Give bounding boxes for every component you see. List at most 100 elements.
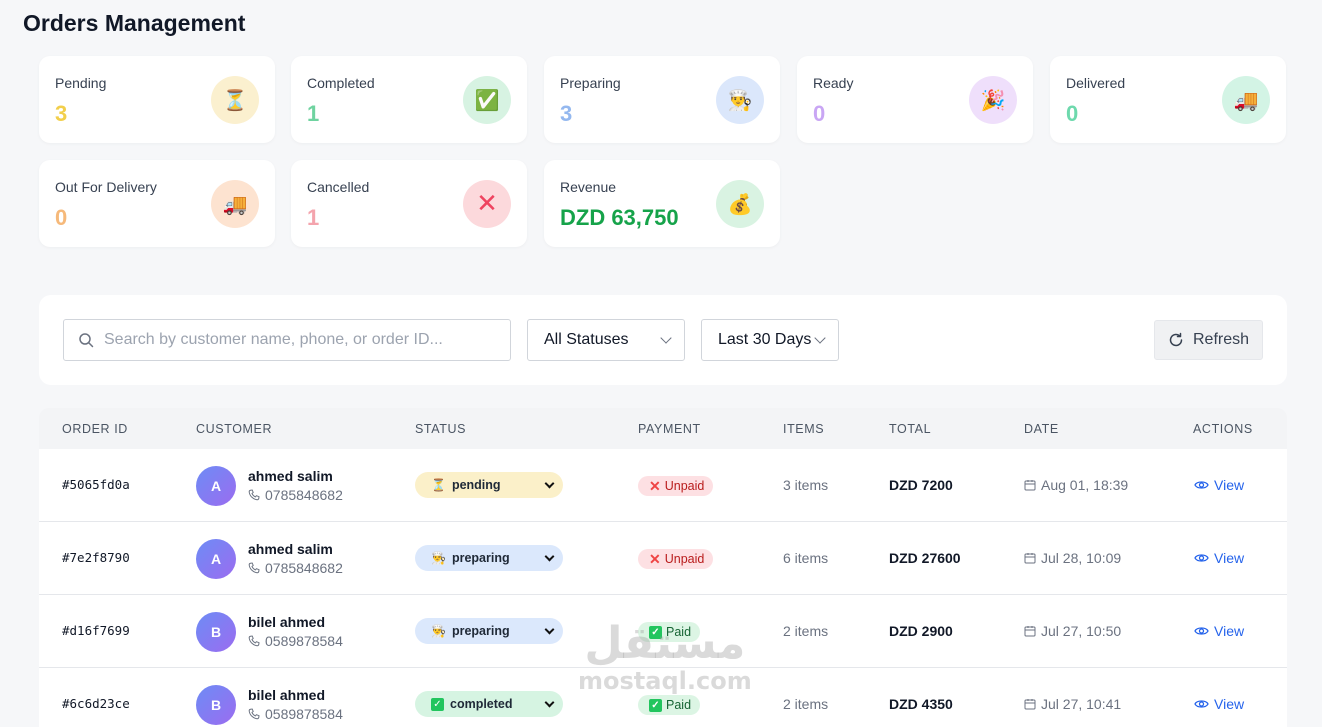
stat-value: DZD 63,750 — [560, 205, 679, 230]
order-total: DZD 7200 — [889, 477, 953, 493]
payment-badge: ✓ Paid — [638, 695, 701, 715]
stat-value: 1 — [307, 101, 320, 126]
stat-label: Completed — [307, 75, 375, 91]
stat-label: Preparing — [560, 75, 621, 91]
customer-name: bilel ahmed — [248, 687, 326, 703]
search-icon — [79, 333, 94, 348]
chevron-down-icon — [544, 551, 555, 561]
date-value: Jul 27, 10:41 — [1041, 696, 1122, 712]
search-input[interactable] — [104, 331, 484, 349]
eye-icon — [1194, 554, 1209, 562]
order-id: #6c6d23ce — [62, 696, 130, 711]
date-range-select[interactable]: Last 30 Days — [701, 319, 839, 361]
stat-value: 0 — [1066, 101, 1079, 126]
orders-table: ORDER ID CUSTOMER STATUS PAYMENT ITEMS T… — [39, 408, 1287, 727]
check-icon: ✓ — [649, 625, 662, 639]
payment-badge: ✕ Unpaid — [638, 476, 714, 496]
refresh-icon — [1169, 332, 1183, 347]
order-total: DZD 27600 — [889, 550, 961, 566]
view-order-link[interactable]: View — [1194, 550, 1244, 566]
cross-icon: ✕ — [649, 477, 661, 494]
phone-number: 0785848682 — [265, 487, 343, 503]
view-label: View — [1214, 623, 1245, 639]
stat-label: Pending — [55, 75, 107, 91]
payment-status: Unpaid — [664, 479, 705, 493]
payment-badge: ✓ Paid — [638, 622, 701, 642]
chevron-down-icon — [814, 332, 826, 344]
chevron-down-icon — [544, 697, 555, 707]
order-id: #7e2f8790 — [62, 550, 130, 565]
eye-icon — [1194, 627, 1209, 635]
customer-phone: 0785848682 — [248, 560, 343, 576]
check-icon: ✓ — [649, 698, 662, 712]
eye-icon — [1194, 700, 1209, 708]
calendar-icon — [1024, 626, 1036, 637]
status-dropdown[interactable]: 👨‍🍳 preparing — [415, 545, 563, 571]
stat-label: Revenue — [560, 179, 617, 195]
stat-value: 1 — [307, 205, 320, 230]
cross-mark-icon: ✕ — [463, 180, 511, 228]
chevron-down-icon — [544, 624, 555, 634]
phone-number: 0785848682 — [265, 560, 343, 576]
items-count: 2 items — [783, 696, 829, 712]
status-value: pending — [451, 478, 501, 492]
date-value: Jul 28, 10:09 — [1041, 550, 1122, 566]
status-icon: 👨‍🍳 — [431, 624, 446, 638]
status-value: preparing — [451, 551, 510, 565]
status-dropdown[interactable]: ⏳ pending — [415, 472, 563, 498]
view-order-link[interactable]: View — [1194, 623, 1244, 639]
stat-card-out-for-delivery: Out For Delivery 0 🚚 — [39, 160, 275, 247]
stat-value: 0 — [813, 101, 826, 126]
view-order-link[interactable]: View — [1194, 477, 1244, 493]
table-row: #5065fd0a Aahmed salim 0785848682 ⏳ pending ✕… — [39, 449, 1287, 522]
header-customer: CUSTOMER — [196, 422, 273, 436]
stat-value: 3 — [55, 101, 68, 126]
order-id: #d16f7699 — [62, 623, 130, 638]
order-date: Jul 27, 10:41 — [1024, 696, 1121, 712]
calendar-icon — [1024, 553, 1036, 564]
search-box[interactable] — [63, 319, 511, 361]
hourglass-icon: ⏳ — [211, 76, 259, 124]
party-popper-icon: 🎉 — [969, 76, 1017, 124]
header-payment: PAYMENT — [638, 422, 701, 436]
stat-label: Ready — [813, 75, 854, 91]
stat-value: 0 — [55, 205, 68, 230]
date-value: Jul 27, 10:50 — [1041, 623, 1122, 639]
payment-status: Unpaid — [664, 552, 705, 566]
status-filter-value: All Statuses — [544, 331, 629, 348]
calendar-icon — [1024, 699, 1036, 710]
payment-status: Paid — [666, 698, 692, 712]
items-count: 6 items — [783, 550, 829, 566]
stat-value: 3 — [560, 101, 573, 126]
phone-icon — [248, 708, 260, 720]
header-total: TOTAL — [889, 422, 932, 436]
payment-badge: ✕ Unpaid — [638, 549, 714, 569]
table-row: #d16f7699 Bbilel ahmed 0589878584 👨‍🍳 prepar… — [39, 595, 1287, 668]
stat-card-ready: Ready 0 🎉 — [797, 56, 1033, 143]
stat-card-completed: Completed 1 ✅ — [291, 56, 527, 143]
customer-name: ahmed salim — [248, 468, 333, 484]
stat-card-cancelled: Cancelled 1 ✕ — [291, 160, 527, 247]
header-order-id: ORDER ID — [62, 422, 128, 436]
avatar: A — [196, 466, 236, 506]
phone-icon — [248, 562, 260, 574]
phone-icon — [248, 489, 260, 501]
header-status: STATUS — [415, 422, 467, 436]
items-count: 3 items — [783, 477, 829, 493]
view-label: View — [1214, 696, 1245, 712]
table-row: #6c6d23ce Bbilel ahmed 0589878584 ✓ complete… — [39, 668, 1287, 727]
refresh-button[interactable]: Refresh — [1154, 320, 1263, 360]
money-bag-icon: 💰 — [716, 180, 764, 228]
avatar: B — [196, 612, 236, 652]
status-filter-select[interactable]: All Statuses — [527, 319, 685, 361]
refresh-label: Refresh — [1192, 331, 1250, 348]
chevron-down-icon — [660, 332, 672, 344]
status-value: completed — [450, 697, 513, 711]
stat-card-pending: Pending 3 ⏳ — [39, 56, 275, 143]
table-row: #7e2f8790 Aahmed salim 0785848682 👨‍🍳 prepar… — [39, 522, 1287, 595]
view-order-link[interactable]: View — [1194, 696, 1244, 712]
delivery-truck-icon: 🚚 — [1222, 76, 1270, 124]
status-dropdown[interactable]: 👨‍🍳 preparing — [415, 618, 563, 644]
status-dropdown[interactable]: ✓ completed — [415, 691, 563, 717]
status-icon: 👨‍🍳 — [431, 551, 446, 565]
